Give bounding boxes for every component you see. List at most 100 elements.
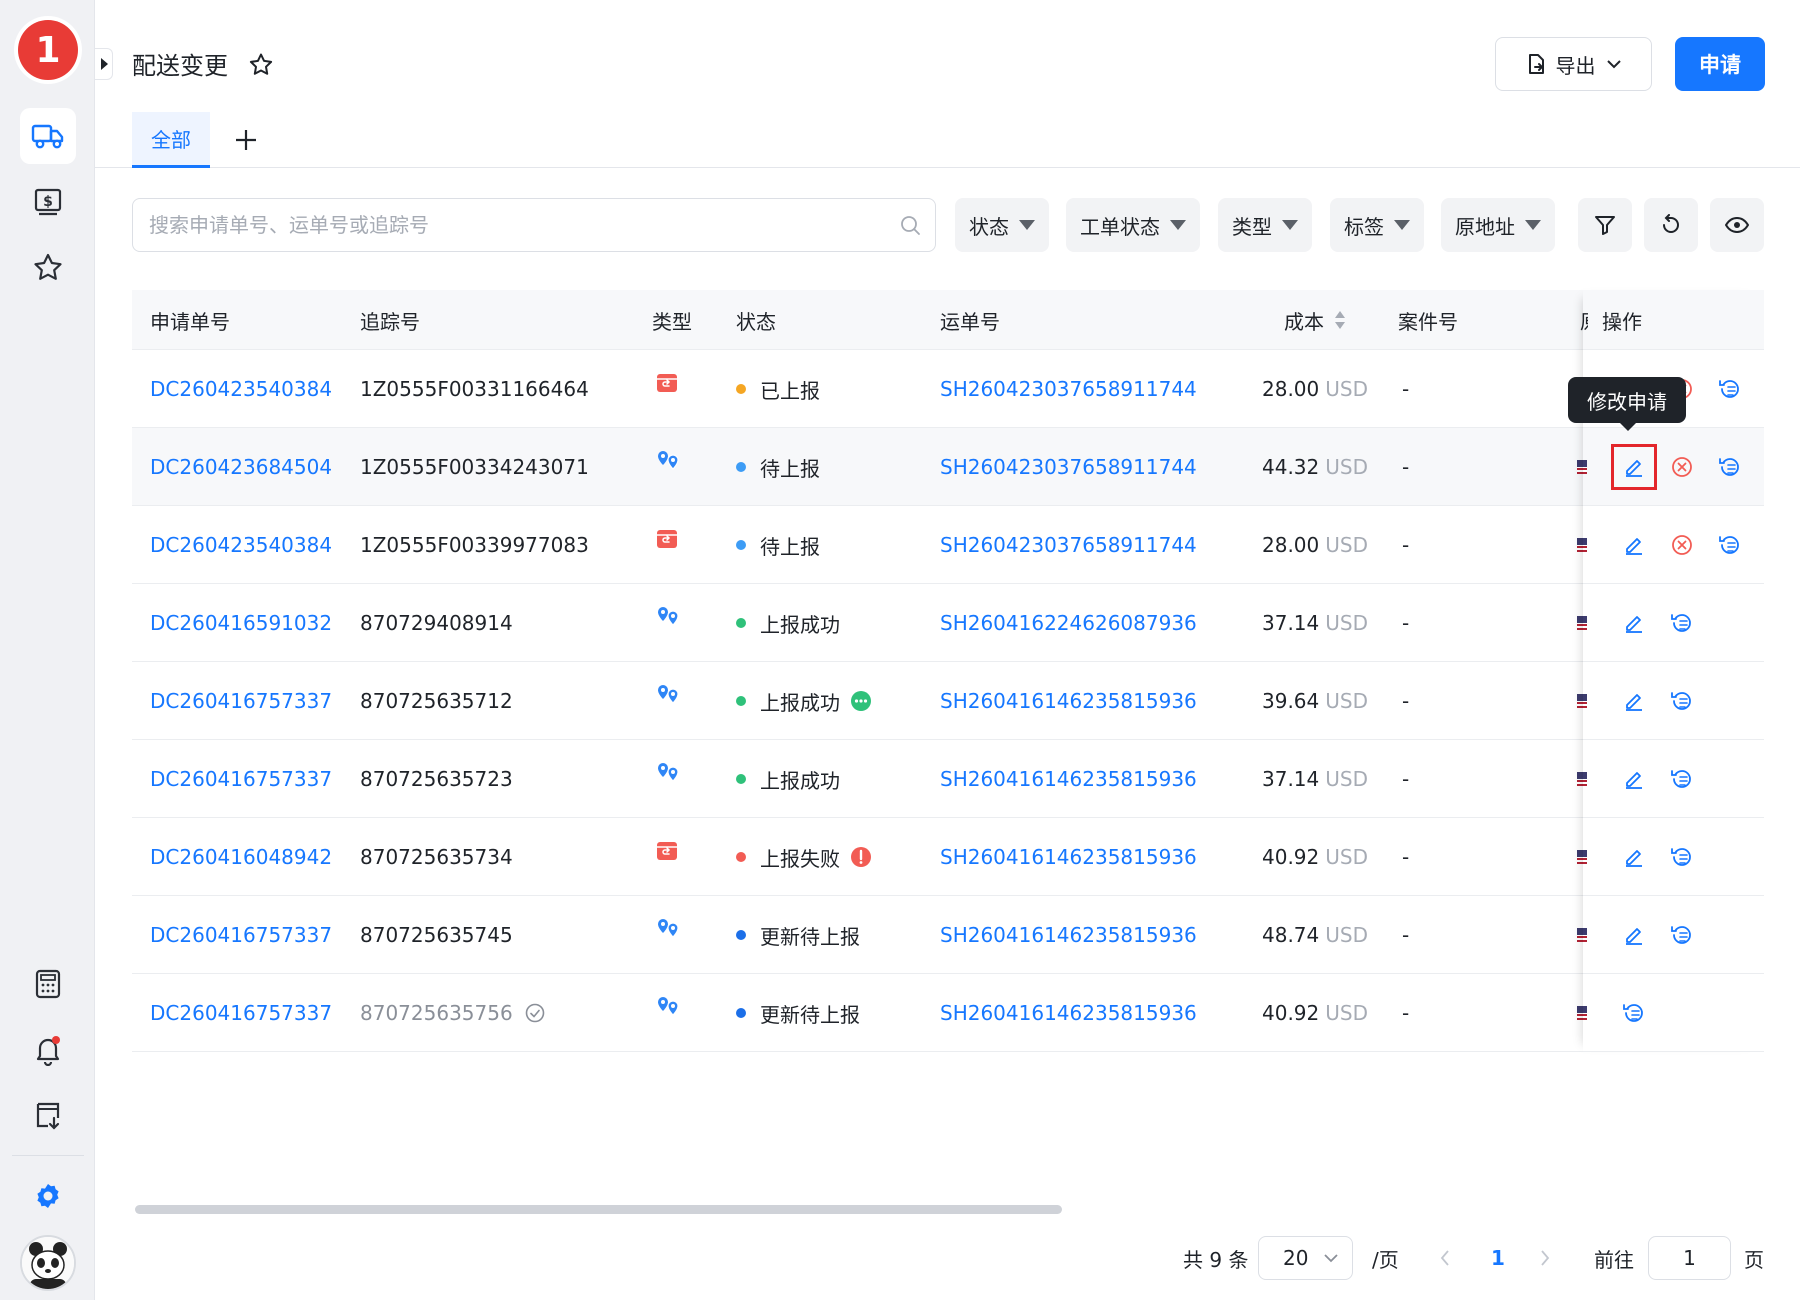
request-history-icon[interactable] — [1710, 525, 1750, 565]
add-tab-plus-icon[interactable] — [228, 122, 264, 158]
table-row[interactable]: DC260416757337 870725635745 更新待上报 SH2604161… — [132, 896, 1764, 974]
favorite-star-icon[interactable] — [248, 52, 274, 78]
bill-dollar-icon[interactable]: $ — [20, 174, 76, 230]
apply-no-link[interactable]: DC260423684504 — [150, 428, 332, 506]
status-dot — [736, 774, 746, 784]
apply-button[interactable]: 申请 — [1675, 37, 1765, 91]
apply-no-link[interactable]: DC260423540384 — [150, 506, 332, 584]
app-logo[interactable]: 1 — [18, 20, 78, 80]
filter-status-dropdown[interactable]: 状态 — [955, 198, 1049, 252]
cost-cell: 28.00 USD — [1262, 350, 1368, 428]
waybill-no-link[interactable]: SH260423037658911744 — [940, 428, 1197, 506]
status-cell: 上报成功 — [736, 584, 840, 662]
filter-type-dropdown[interactable]: 类型 — [1218, 198, 1312, 252]
apply-no-link[interactable]: DC260416048942 — [150, 818, 332, 896]
edit-request-icon[interactable] — [1614, 837, 1654, 877]
delivery-truck-icon[interactable] — [20, 108, 76, 164]
download-tray-icon[interactable] — [20, 1088, 76, 1144]
edit-request-icon[interactable] — [1614, 759, 1654, 799]
filter-label: 原地址 — [1455, 214, 1515, 239]
edit-request-icon[interactable] — [1614, 681, 1654, 721]
edit-request-icon[interactable] — [1614, 603, 1654, 643]
filter-tag-dropdown[interactable]: 标签 — [1330, 198, 1424, 252]
cancel-request-icon[interactable] — [1662, 525, 1702, 565]
page-size-select[interactable]: 20 — [1258, 1236, 1353, 1280]
notification-bell-icon[interactable] — [20, 1022, 76, 1078]
page-number-current[interactable]: 1 — [1491, 1234, 1505, 1282]
export-button[interactable]: 导出 — [1495, 37, 1652, 91]
waybill-no-link[interactable]: SH260416146235815936 — [940, 974, 1197, 1052]
apply-no-link[interactable]: DC260416591032 — [150, 584, 332, 662]
search-icon[interactable] — [899, 214, 921, 236]
svg-text:$: $ — [43, 194, 53, 210]
sidebar-collapse-toggle[interactable] — [95, 48, 113, 80]
edit-request-icon[interactable] — [1614, 915, 1654, 955]
horizontal-scrollbar[interactable] — [135, 1205, 1062, 1214]
table-row[interactable]: DC260416757337 870725635756 更新待上报 SH2604161… — [132, 974, 1764, 1052]
apply-no-link[interactable]: DC260416757337 — [150, 740, 332, 818]
favorites-star-icon[interactable] — [20, 240, 76, 296]
edit-request-icon[interactable] — [1614, 525, 1654, 565]
cost-value: 37.14 — [1262, 767, 1320, 791]
currency-code: USD — [1325, 533, 1368, 557]
refresh-icon[interactable] — [1644, 198, 1698, 252]
table-row[interactable]: DC260423540384 1Z0555F00339977083 待上报 SH260… — [132, 506, 1764, 584]
sort-icon[interactable] — [1334, 310, 1346, 330]
us-flag-icon — [1577, 740, 1587, 818]
waybill-no-link[interactable]: SH260416146235815936 — [940, 740, 1197, 818]
request-history-icon[interactable] — [1710, 369, 1750, 409]
user-avatar[interactable] — [20, 1235, 76, 1291]
apply-no-link[interactable]: DC260416757337 — [150, 896, 332, 974]
prev-page-chevron-icon[interactable] — [1440, 1234, 1450, 1282]
request-history-icon[interactable] — [1662, 915, 1702, 955]
apply-no-link[interactable]: DC260416757337 — [150, 974, 332, 1052]
tracking-no: 870725635712 — [360, 662, 513, 740]
settings-gear-icon[interactable] — [20, 1168, 76, 1224]
address-swap-icon — [656, 578, 680, 656]
table-row[interactable]: DC260416591032 870729408914 上报成功 SH26041622… — [132, 584, 1764, 662]
advanced-filter-funnel-icon[interactable] — [1578, 198, 1632, 252]
request-history-icon[interactable] — [1662, 837, 1702, 877]
col-cost[interactable]: 成本 — [1284, 290, 1346, 350]
column-visibility-eye-icon[interactable] — [1710, 198, 1764, 252]
goto-page-input[interactable]: 1 — [1648, 1236, 1731, 1280]
waybill-no-link[interactable]: SH260416224626087936 — [940, 584, 1197, 662]
waybill-no-link[interactable]: SH260423037658911744 — [940, 506, 1197, 584]
col-cost-label: 成本 — [1284, 309, 1324, 334]
status-error-badge-icon[interactable] — [850, 846, 872, 868]
calculator-icon[interactable] — [20, 956, 76, 1012]
apply-no-link[interactable]: DC260416757337 — [150, 662, 332, 740]
table-row[interactable]: DC260423684504 1Z0555F00334243071 待上报 SH260… — [132, 428, 1764, 506]
filter-origin-address-dropdown[interactable]: 原地址 — [1441, 198, 1555, 252]
request-history-icon[interactable] — [1662, 681, 1702, 721]
filter-label: 工单状态 — [1080, 214, 1160, 239]
cancel-request-icon[interactable] — [1662, 447, 1702, 487]
waybill-no-link[interactable]: SH260416146235815936 — [940, 896, 1197, 974]
waybill-no-link[interactable]: SH260423037658911744 — [940, 350, 1197, 428]
request-history-icon[interactable] — [1710, 447, 1750, 487]
next-page-chevron-icon[interactable] — [1540, 1234, 1550, 1282]
currency-code: USD — [1325, 767, 1368, 791]
apply-no-link[interactable]: DC260423540384 — [150, 350, 332, 428]
request-history-icon[interactable] — [1614, 993, 1654, 1033]
request-history-icon[interactable] — [1662, 759, 1702, 799]
filter-label: 状态 — [969, 214, 1009, 239]
tracking-no: 870725635756 — [360, 974, 545, 1052]
waybill-no-link[interactable]: SH260416146235815936 — [940, 662, 1197, 740]
table-row[interactable]: DC260423540384 1Z0555F00331166464 已上报 SH260… — [132, 350, 1764, 428]
search-input[interactable] — [149, 199, 889, 251]
tab-all[interactable]: 全部 — [132, 112, 210, 168]
tracking-no-text: 870725635712 — [360, 689, 513, 713]
table-row[interactable]: DC260416757337 870725635723 上报成功 SH26041614… — [132, 740, 1764, 818]
request-history-icon[interactable] — [1662, 603, 1702, 643]
table-row[interactable]: DC260416757337 870725635712 上报成功 SH26041614… — [132, 662, 1764, 740]
filter-ticket-status-dropdown[interactable]: 工单状态 — [1066, 198, 1200, 252]
edit-request-icon[interactable] — [1611, 444, 1657, 490]
waybill-no-link[interactable]: SH260416146235815936 — [940, 818, 1197, 896]
status-comment-badge-icon[interactable] — [850, 690, 872, 712]
tracking-no: 1Z0555F00339977083 — [360, 506, 589, 584]
tracking-no: 1Z0555F00334243071 — [360, 428, 589, 506]
status-cell: 上报成功 — [736, 662, 872, 740]
case-no: - — [1402, 689, 1410, 713]
table-row[interactable]: DC260416048942 870725635734 上报失败 SH26041614… — [132, 818, 1764, 896]
